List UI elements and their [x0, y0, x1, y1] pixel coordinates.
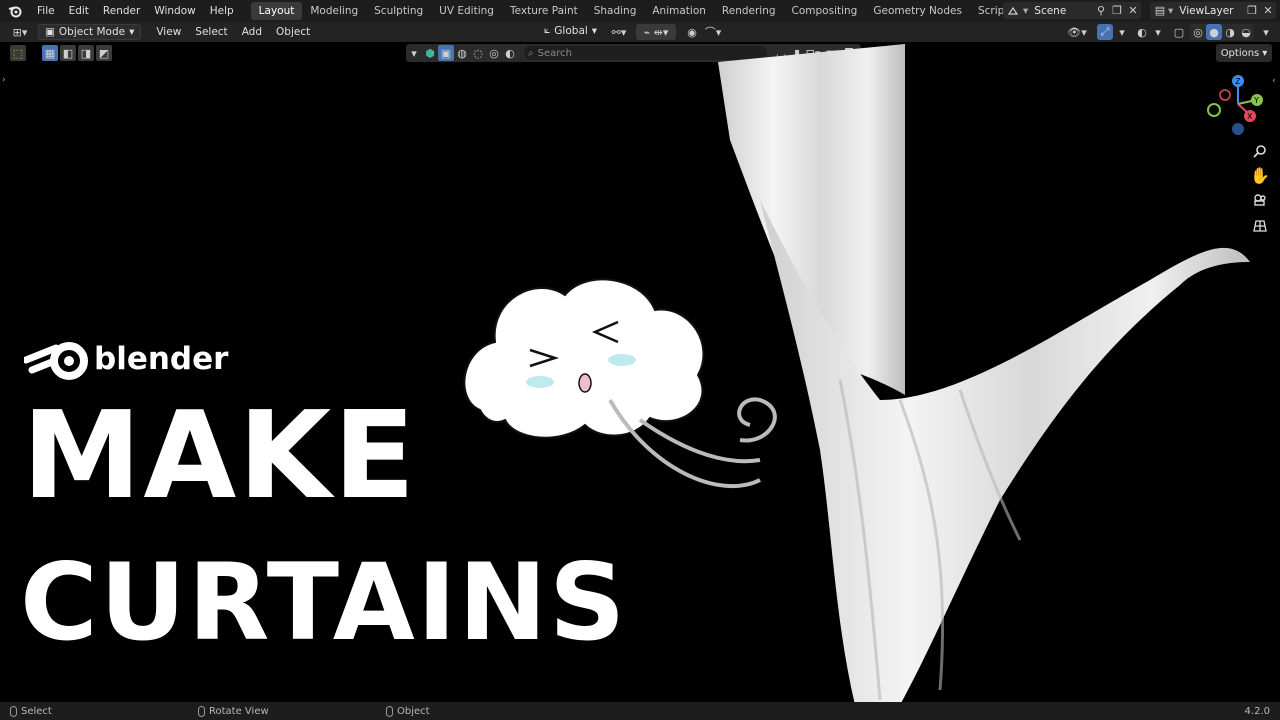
- status-object: Object: [386, 705, 430, 717]
- status-select: Select: [10, 705, 52, 717]
- gizmo-x-label: X: [1247, 112, 1253, 121]
- status-object-label: Object: [397, 705, 430, 717]
- status-select-label: Select: [21, 705, 52, 717]
- mouse-right-icon: [386, 705, 393, 717]
- brand-wordmark: blender: [94, 341, 229, 377]
- gizmo-neg-z: [1232, 123, 1244, 135]
- status-rotate-label: Rotate View: [209, 705, 269, 717]
- mouse-left-icon: [10, 705, 17, 717]
- cloud-blush-right: [608, 354, 636, 366]
- pan-hand-icon[interactable]: ✋: [1249, 164, 1271, 186]
- gizmo-y-label: Y: [1253, 96, 1259, 105]
- perspective-grid-icon[interactable]: [1249, 215, 1271, 237]
- cloud-blush-left: [526, 376, 554, 388]
- cloud-character: [463, 278, 705, 439]
- blender-brand-icon: [24, 342, 88, 380]
- gizmo-z-label: Z: [1235, 77, 1241, 86]
- mouse-middle-icon: [198, 705, 205, 717]
- camera-icon[interactable]: [1249, 189, 1271, 211]
- version-label: 4.2.0: [1244, 705, 1270, 717]
- gizmo-neg-x: [1219, 89, 1231, 101]
- status-bar: Select Rotate View Object 4.2.0: [0, 702, 1280, 720]
- gizmo-neg-y: [1207, 103, 1221, 117]
- blender-brand: blender: [24, 336, 228, 382]
- title-line-2: CURTAINS: [20, 541, 628, 664]
- cloud-mouth: [578, 373, 592, 393]
- navigation-gizmo[interactable]: Z Y X: [1200, 70, 1280, 140]
- status-rotate: Rotate View: [198, 705, 269, 717]
- zoom-icon[interactable]: [1249, 140, 1271, 162]
- title-line-1: MAKE: [22, 387, 418, 526]
